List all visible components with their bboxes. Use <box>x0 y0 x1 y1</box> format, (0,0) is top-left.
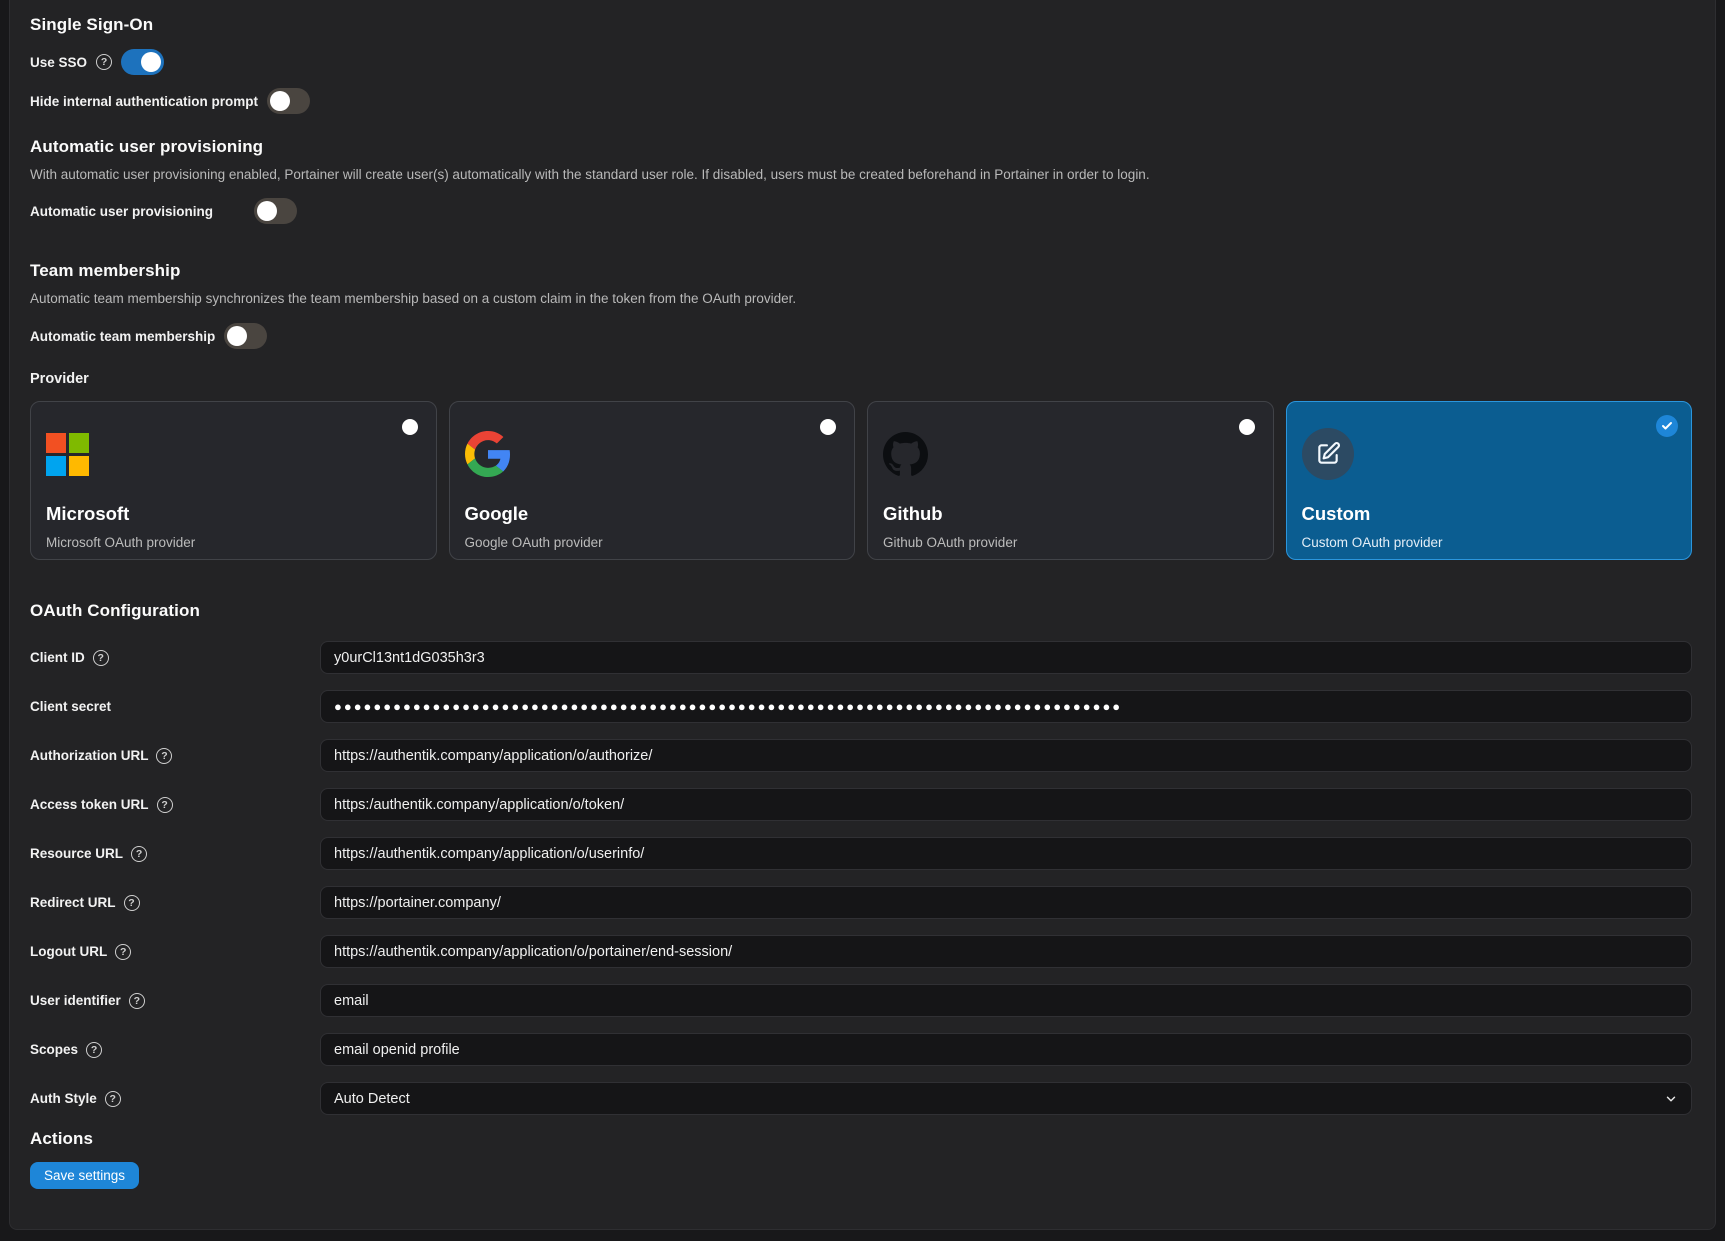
client-id-label: Client ID <box>30 650 85 665</box>
use-sso-label: Use SSO <box>30 55 87 70</box>
user-identifier-label: User identifier <box>30 993 121 1008</box>
authorization-url-input[interactable] <box>320 739 1692 772</box>
scopes-label: Scopes <box>30 1042 78 1057</box>
provider-label: Provider <box>30 371 1692 387</box>
provisioning-toggle-label: Automatic user provisioning <box>30 204 213 219</box>
team-description: Automatic team membership synchronizes t… <box>30 290 1692 308</box>
user-identifier-row: User identifier? <box>30 984 1692 1017</box>
provisioning-section-title: Automatic user provisioning <box>30 136 1692 158</box>
edit-icon <box>1302 431 1677 477</box>
hide-prompt-label: Hide internal authentication prompt <box>30 94 258 109</box>
client-secret-input[interactable] <box>320 690 1692 723</box>
help-icon[interactable]: ? <box>115 944 131 960</box>
help-icon[interactable]: ? <box>131 846 147 862</box>
access-token-url-label: Access token URL <box>30 797 149 812</box>
radio-unchecked-icon[interactable] <box>1239 419 1255 435</box>
authorization-url-label: Authorization URL <box>30 748 148 763</box>
toggle-knob <box>141 52 161 72</box>
github-logo <box>883 431 1258 477</box>
access-token-url-row: Access token URL? <box>30 788 1692 821</box>
client-secret-row: Client secret <box>30 690 1692 723</box>
save-settings-button[interactable]: Save settings <box>30 1162 139 1189</box>
client-id-row: Client ID? <box>30 641 1692 674</box>
radio-unchecked-icon[interactable] <box>402 419 418 435</box>
google-logo <box>465 431 840 477</box>
toggle-knob <box>227 326 247 346</box>
card-title: Github <box>883 503 1258 525</box>
actions-section-title: Actions <box>30 1128 1692 1150</box>
resource-url-label: Resource URL <box>30 846 123 861</box>
scopes-row: Scopes? <box>30 1033 1692 1066</box>
card-subtitle: Google OAuth provider <box>465 535 840 550</box>
provider-card-microsoft[interactable]: Microsoft Microsoft OAuth provider <box>30 401 437 560</box>
help-icon[interactable]: ? <box>93 650 109 666</box>
sso-section-title: Single Sign-On <box>30 14 1692 36</box>
auth-style-row: Auth Style? Auto Detect <box>30 1082 1692 1115</box>
toggle-knob <box>257 201 277 221</box>
help-icon[interactable]: ? <box>86 1042 102 1058</box>
use-sso-toggle[interactable] <box>121 49 164 75</box>
chevron-down-icon <box>1664 1092 1678 1106</box>
help-icon[interactable]: ? <box>156 748 172 764</box>
client-secret-label: Client secret <box>30 699 111 714</box>
logout-url-row: Logout URL? <box>30 935 1692 968</box>
redirect-url-row: Redirect URL? <box>30 886 1692 919</box>
redirect-url-label: Redirect URL <box>30 895 116 910</box>
team-section-title: Team membership <box>30 260 1692 282</box>
help-icon[interactable]: ? <box>129 993 145 1009</box>
provider-card-google[interactable]: Google Google OAuth provider <box>449 401 856 560</box>
resource-url-row: Resource URL? <box>30 837 1692 870</box>
oauth-section-title: OAuth Configuration <box>30 600 1692 622</box>
access-token-url-input[interactable] <box>320 788 1692 821</box>
client-id-input[interactable] <box>320 641 1692 674</box>
logout-url-label: Logout URL <box>30 944 107 959</box>
card-title: Microsoft <box>46 503 421 525</box>
provisioning-description: With automatic user provisioning enabled… <box>30 166 1692 184</box>
provisioning-toggle[interactable] <box>254 198 297 224</box>
team-toggle-label: Automatic team membership <box>30 329 215 344</box>
user-identifier-input[interactable] <box>320 984 1692 1017</box>
hide-prompt-toggle[interactable] <box>267 88 310 114</box>
auth-style-selected-value: Auto Detect <box>334 1091 410 1107</box>
check-icon[interactable] <box>1656 415 1678 437</box>
authorization-url-row: Authorization URL? <box>30 739 1692 772</box>
microsoft-logo <box>46 431 421 477</box>
help-icon[interactable]: ? <box>157 797 173 813</box>
team-toggle[interactable] <box>224 323 267 349</box>
help-icon[interactable]: ? <box>96 54 112 70</box>
card-title: Google <box>465 503 840 525</box>
provider-cards: Microsoft Microsoft OAuth provider Googl… <box>30 401 1692 560</box>
auth-style-select[interactable]: Auto Detect <box>320 1082 1692 1115</box>
provider-card-custom[interactable]: Custom Custom OAuth provider <box>1286 401 1693 560</box>
settings-panel: Single Sign-On Use SSO ? Hide internal a… <box>9 0 1716 1230</box>
use-sso-row: Use SSO ? <box>30 48 1692 76</box>
help-icon[interactable]: ? <box>105 1091 121 1107</box>
auth-style-label: Auth Style <box>30 1091 97 1106</box>
team-row: Automatic team membership <box>30 323 1692 349</box>
scopes-input[interactable] <box>320 1033 1692 1066</box>
help-icon[interactable]: ? <box>124 895 140 911</box>
toggle-knob <box>270 91 290 111</box>
card-subtitle: Github OAuth provider <box>883 535 1258 550</box>
card-title: Custom <box>1302 503 1677 525</box>
provider-card-github[interactable]: Github Github OAuth provider <box>867 401 1274 560</box>
provisioning-row: Automatic user provisioning <box>30 198 1692 224</box>
logout-url-input[interactable] <box>320 935 1692 968</box>
radio-unchecked-icon[interactable] <box>820 419 836 435</box>
card-subtitle: Microsoft OAuth provider <box>46 535 421 550</box>
card-subtitle: Custom OAuth provider <box>1302 535 1677 550</box>
redirect-url-input[interactable] <box>320 886 1692 919</box>
hide-prompt-row: Hide internal authentication prompt <box>30 88 1692 114</box>
resource-url-input[interactable] <box>320 837 1692 870</box>
